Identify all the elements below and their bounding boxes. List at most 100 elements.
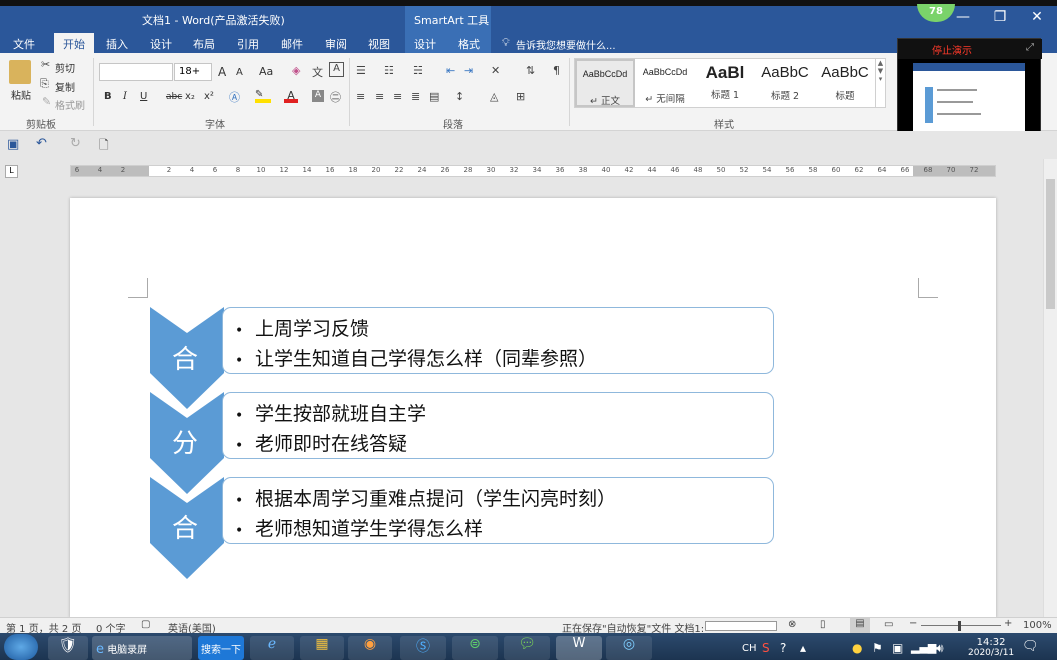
zoom-out-icon[interactable]: − xyxy=(909,618,917,629)
zoom-level[interactable]: 100% xyxy=(1023,620,1052,631)
restore-button[interactable]: ❐ xyxy=(985,9,1015,25)
increase-indent-icon[interactable]: ⇥ xyxy=(464,64,473,77)
taskbar-ie-button[interactable]: e 电脑录屏 xyxy=(92,636,192,660)
sort-icon[interactable]: ⇅ xyxy=(526,64,535,77)
subscript-button[interactable]: x₂ xyxy=(185,91,195,102)
distributed-icon[interactable]: ▤ xyxy=(429,90,439,103)
web-layout-icon[interactable]: ▭ xyxy=(884,619,893,630)
zoom-in-icon[interactable]: + xyxy=(1004,618,1012,629)
folder-icon[interactable]: ▦ xyxy=(300,636,344,660)
zoom-slider[interactable] xyxy=(921,625,1001,626)
save-icon[interactable]: ▣ xyxy=(7,137,19,152)
clock[interactable]: 14:32 2020/3/11 xyxy=(968,637,1014,658)
style-no-spacing[interactable]: AaBbCcDd ↵ 无间隔 xyxy=(635,59,695,107)
expand-icon[interactable]: ⤢ xyxy=(1026,42,1034,53)
tab-references[interactable]: 引用 xyxy=(237,36,259,52)
tab-smartart-design[interactable]: 设计 xyxy=(414,36,436,52)
shading-icon[interactable]: ◬ xyxy=(490,90,498,103)
tab-review[interactable]: 审阅 xyxy=(325,36,347,52)
numbering-icon[interactable]: ☷ xyxy=(384,64,394,77)
close-button[interactable]: ✕ xyxy=(1022,9,1052,25)
underline-button[interactable]: U xyxy=(140,91,147,102)
app-icon[interactable]: ◎ xyxy=(606,636,652,660)
style-heading-1[interactable]: AaBl 标题 1 xyxy=(695,59,755,107)
shrink-font-button[interactable]: A xyxy=(236,67,243,78)
start-button[interactable] xyxy=(4,634,38,660)
superscript-button[interactable]: x² xyxy=(204,91,214,102)
tab-design[interactable]: 设计 xyxy=(150,36,172,52)
chinese-layout-icon[interactable]: ✕ xyxy=(491,64,500,77)
tab-mailings[interactable]: 邮件 xyxy=(281,36,303,52)
zoom-slider-thumb[interactable] xyxy=(958,621,961,631)
tray-expand-icon[interactable]: ▴ xyxy=(800,641,806,655)
align-right-icon[interactable]: ≡ xyxy=(393,90,402,103)
decrease-indent-icon[interactable]: ⇤ xyxy=(446,64,455,77)
stop-presentation-button[interactable]: 停止演示 xyxy=(898,39,1042,59)
change-case-button[interactable]: Aa xyxy=(259,65,273,78)
font-color-icon[interactable]: A xyxy=(284,89,298,103)
style-heading-2[interactable]: AaBbC 标题 2 xyxy=(755,59,815,107)
style-normal[interactable]: AaBbCcDd ↵ 正文 xyxy=(575,59,635,107)
font-name-box[interactable] xyxy=(99,63,173,81)
print-preview-icon[interactable]: 🗋︎ xyxy=(99,136,109,157)
smartart-text-box[interactable]: • 学生按部就班自主学 • 老师即时在线答疑 xyxy=(222,392,774,459)
clear-format-icon[interactable]: ◈ xyxy=(292,64,300,77)
minimize-button[interactable]: — xyxy=(948,9,978,25)
sogou-icon[interactable]: Ⓢ xyxy=(400,636,446,660)
volume-icon[interactable]: 🔊︎ xyxy=(936,641,944,656)
tray-doc-icon[interactable]: ▣ xyxy=(892,641,903,655)
cut-button[interactable]: 剪切 xyxy=(55,60,75,75)
redo-icon[interactable]: ↻ xyxy=(70,136,81,151)
undo-icon[interactable]: ↶ xyxy=(36,136,47,151)
tab-view[interactable]: 视图 xyxy=(368,36,390,52)
gallery-scroll[interactable]: ▲ ▼ ▾ xyxy=(875,59,885,107)
multilevel-list-icon[interactable]: ☵ xyxy=(413,64,423,77)
bullets-icon[interactable]: ☰ xyxy=(356,64,366,77)
align-left-icon[interactable]: ≡ xyxy=(356,90,365,103)
network-icon[interactable]: ▂▄▆ xyxy=(911,641,936,654)
tell-me-search[interactable]: 告诉我您想要做什么... xyxy=(516,37,616,52)
tab-insert[interactable]: 插入 xyxy=(106,36,128,52)
bold-button[interactable]: B xyxy=(104,91,112,102)
align-center-icon[interactable]: ≡ xyxy=(375,90,384,103)
word-taskbar-icon[interactable]: W xyxy=(556,636,602,660)
enclose-char-icon[interactable]: ㊁ xyxy=(330,89,341,105)
cancel-save-icon[interactable]: ⊗ xyxy=(788,619,796,630)
phonetic-icon[interactable]: 文 xyxy=(312,64,323,80)
media-player-icon[interactable]: ◉ xyxy=(348,636,392,660)
italic-button[interactable]: I xyxy=(123,91,127,102)
paste-icon[interactable] xyxy=(9,60,31,84)
tab-selector[interactable]: L xyxy=(5,165,18,178)
font-size-box[interactable]: 18+ xyxy=(174,63,212,81)
strikethrough-button[interactable]: abc xyxy=(166,92,182,102)
borders-icon[interactable]: ⊞ xyxy=(516,90,525,103)
line-spacing-icon[interactable]: ↕ xyxy=(455,90,464,103)
copy-button[interactable]: 复制 xyxy=(55,79,75,94)
char-border-icon[interactable]: A xyxy=(329,62,344,77)
format-painter-button[interactable]: 格式刷 xyxy=(55,97,85,112)
tab-smartart-format[interactable]: 格式 xyxy=(458,36,480,52)
justify-icon[interactable]: ≣ xyxy=(411,90,420,103)
grow-font-button[interactable]: A xyxy=(218,65,226,79)
text-effects-icon[interactable]: Ⓐ xyxy=(229,89,240,105)
help-tray-icon[interactable]: ? xyxy=(780,641,786,655)
tab-home[interactable]: 开始 xyxy=(54,33,94,53)
security-app-icon[interactable]: 🛡︎ xyxy=(48,636,88,660)
proofing-icon[interactable]: ▢ xyxy=(141,619,150,630)
smartart-text-box[interactable]: • 根据本周学习重难点提问（学生闪亮时刻） • 老师想知道学生学得怎么样 xyxy=(222,477,774,544)
ime-indicator[interactable]: CH xyxy=(742,643,757,654)
char-shading-icon[interactable]: A xyxy=(312,90,324,102)
highlight-icon[interactable]: ✎ xyxy=(255,89,271,103)
action-center-icon[interactable]: 🗨︎ xyxy=(1022,639,1039,654)
sogou-tray-icon[interactable]: S xyxy=(762,641,770,655)
horizontal-ruler[interactable]: 6 4 2 2 4 6 8 10 12 14 16 18 20 22 24 26 28 30 32 34 36 38 40 4… xyxy=(70,165,996,177)
tab-layout[interactable]: 布局 xyxy=(193,36,215,52)
tray-app-icon[interactable]: ● xyxy=(852,641,862,655)
scroll-thumb[interactable] xyxy=(1046,179,1055,309)
browser-360-icon[interactable]: ⊜ xyxy=(452,636,498,660)
wechat-icon[interactable]: 💬︎ xyxy=(504,636,550,660)
style-title[interactable]: AaBbC 标题 xyxy=(815,59,875,107)
search-button[interactable]: 搜索一下 xyxy=(198,636,244,660)
flag-icon[interactable]: ⚑ xyxy=(872,641,883,655)
paste-button[interactable]: 粘贴 xyxy=(11,87,31,102)
